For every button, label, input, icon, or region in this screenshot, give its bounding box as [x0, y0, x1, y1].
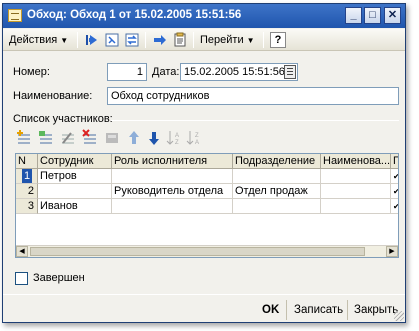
- table-row-number: 3: [16, 199, 38, 214]
- table-cell-checkbox[interactable]: ✔: [391, 199, 398, 214]
- date-field[interactable]: 15.02.2005 15:51:56: [180, 63, 298, 81]
- sort-descending-icon: ZA: [186, 131, 199, 146]
- scroll-left-icon[interactable]: ◀: [16, 246, 28, 257]
- table-cell-employee[interactable]: [38, 184, 112, 199]
- completed-label: Завершен: [33, 272, 85, 284]
- column-header-role[interactable]: Роль исполнителя: [112, 154, 233, 169]
- table-row-number: 2: [16, 184, 38, 199]
- table-row-number: 1: [16, 169, 38, 184]
- scroll-thumb[interactable]: [30, 247, 365, 256]
- goto-menu[interactable]: Перейти ▼: [200, 32, 255, 48]
- table-cell-department[interactable]: [233, 169, 321, 184]
- go-first-icon[interactable]: [84, 32, 100, 48]
- group-divider: [111, 120, 399, 121]
- resize-grip[interactable]: [394, 311, 404, 321]
- title-bar[interactable]: Обход: Обход 1 от 15.02.2005 15:51:56 _ …: [3, 4, 405, 28]
- post-icon[interactable]: [152, 32, 168, 48]
- table-cell-role[interactable]: [112, 169, 233, 184]
- copy-row-icon[interactable]: [37, 129, 55, 147]
- table-cell-employee[interactable]: Петров: [38, 169, 112, 184]
- close-form-button[interactable]: Закрыть: [354, 302, 398, 318]
- window-title: Обход: Обход 1 от 15.02.2005 15:51:56: [27, 9, 242, 21]
- participants-table[interactable]: N Сотрудник Роль исполнителя Подразделен…: [15, 153, 399, 258]
- chevron-down-icon: ▼: [60, 36, 69, 45]
- footer-separator: [347, 300, 348, 320]
- column-header-employee[interactable]: Сотрудник: [38, 154, 112, 169]
- name-label: Наименование:: [13, 90, 93, 102]
- move-up-icon[interactable]: [125, 129, 143, 147]
- table-cell-name[interactable]: [321, 169, 391, 184]
- goto-menu-label: Перейти: [200, 34, 244, 46]
- toolbar-separator: [145, 32, 146, 48]
- horizontal-scrollbar[interactable]: ◀ ▶: [16, 245, 398, 257]
- ok-button[interactable]: OK: [262, 302, 279, 318]
- table-cell-checkbox[interactable]: ✔: [391, 169, 398, 184]
- svg-text:A: A: [195, 140, 199, 146]
- close-button[interactable]: ✕: [384, 7, 401, 24]
- number-label: Номер:: [13, 66, 50, 78]
- toolbar-separator: [77, 32, 78, 48]
- actions-menu-label: Действия: [9, 34, 58, 46]
- calendar-icon[interactable]: [284, 65, 296, 79]
- structure-icon[interactable]: [104, 32, 120, 48]
- footer-divider: [3, 294, 405, 295]
- participants-title: Список участников:: [13, 113, 113, 125]
- date-value: 15.02.2005 15:51:56: [184, 66, 285, 78]
- document-list-icon[interactable]: [172, 32, 188, 48]
- table-cell-department[interactable]: [233, 199, 321, 214]
- footer-separator: [286, 300, 287, 320]
- table-cell-name[interactable]: [321, 199, 391, 214]
- column-header-extra[interactable]: П: [391, 154, 398, 169]
- edit-row-icon[interactable]: [59, 129, 77, 147]
- name-field[interactable]: Обход сотрудников: [107, 87, 399, 105]
- document-window: Обход: Обход 1 от 15.02.2005 15:51:56 _ …: [2, 3, 406, 323]
- table-cell-role[interactable]: [112, 199, 233, 214]
- table-cell-department[interactable]: Отдел продаж: [233, 184, 321, 199]
- svg-text:Z: Z: [175, 140, 179, 146]
- row-number-value: 1: [22, 169, 33, 183]
- help-button[interactable]: ?: [270, 32, 286, 48]
- maximize-button[interactable]: □: [364, 7, 381, 24]
- delete-row-icon[interactable]: [81, 129, 99, 147]
- column-header-name[interactable]: Наименова...: [321, 154, 391, 169]
- document-icon: [8, 9, 22, 22]
- move-down-icon[interactable]: [145, 129, 163, 147]
- svg-text:A: A: [175, 133, 179, 139]
- swap-icon[interactable]: [124, 32, 140, 48]
- end-edit-icon: [106, 133, 118, 143]
- column-header-n[interactable]: N: [16, 154, 38, 169]
- scroll-right-icon[interactable]: ▶: [386, 246, 398, 257]
- table-cell-name[interactable]: [321, 184, 391, 199]
- completed-checkbox[interactable]: [15, 272, 28, 285]
- table-cell-role[interactable]: Руководитель отдела: [112, 184, 233, 199]
- date-label: Дата:: [152, 66, 180, 78]
- column-header-department[interactable]: Подразделение: [233, 154, 321, 169]
- add-row-icon[interactable]: [15, 129, 33, 147]
- toolbar: Действия ▼ Перейти ▼ ?: [3, 29, 405, 51]
- actions-menu[interactable]: Действия ▼: [9, 32, 68, 48]
- table-cell-employee[interactable]: Иванов: [38, 199, 112, 214]
- chevron-down-icon: ▼: [246, 36, 255, 45]
- toolbar-separator: [193, 32, 194, 48]
- number-field[interactable]: 1: [107, 63, 147, 81]
- sort-ascending-icon: AZ: [166, 131, 179, 146]
- toolbar-separator: [263, 32, 264, 48]
- save-button[interactable]: Записать: [294, 302, 343, 318]
- table-cell-checkbox[interactable]: ✔: [391, 184, 398, 199]
- svg-text:Z: Z: [195, 133, 199, 139]
- minimize-button[interactable]: _: [345, 7, 362, 24]
